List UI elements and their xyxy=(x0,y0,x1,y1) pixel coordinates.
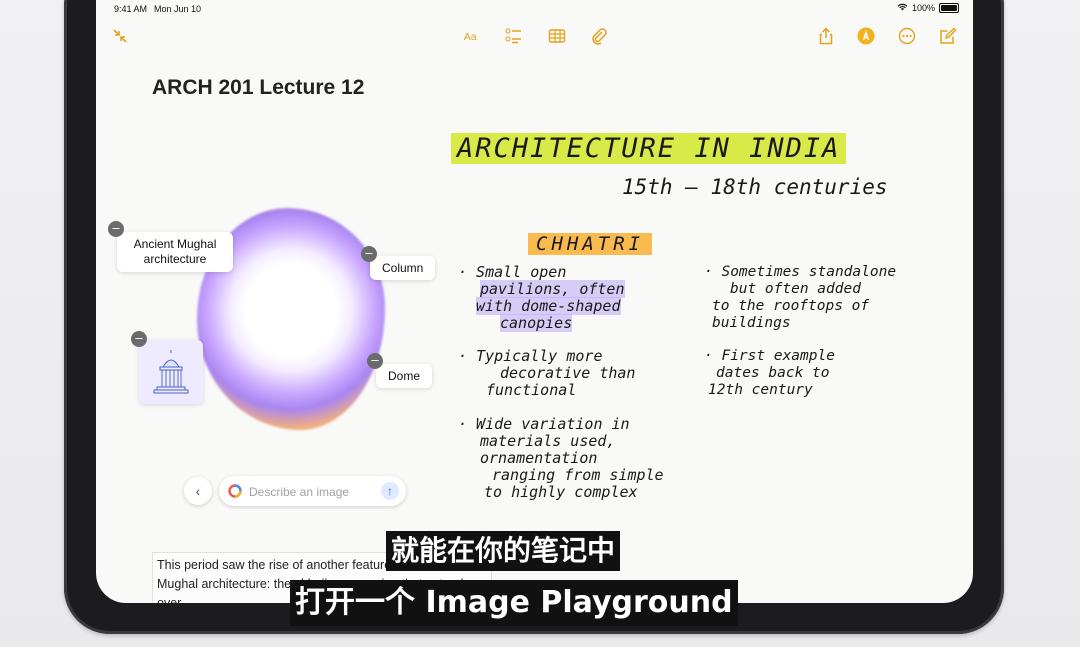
chevron-left-icon: ‹ xyxy=(195,483,201,499)
markup-pen-icon[interactable] xyxy=(855,25,877,47)
attachment-icon[interactable] xyxy=(588,25,610,47)
sketch-image-chip[interactable] xyxy=(139,340,203,404)
table-icon[interactable] xyxy=(546,25,568,47)
concept-chip-mughal[interactable]: Ancient Mughal architecture xyxy=(117,232,233,272)
dome-sketch-icon xyxy=(153,350,189,394)
collapse-icon[interactable] xyxy=(109,25,131,47)
image-playground-logo-icon xyxy=(228,484,242,498)
describe-image-bar: ↑ xyxy=(219,476,406,506)
remove-dome-icon[interactable]: – xyxy=(367,353,383,369)
concept-chip-dome[interactable]: Dome xyxy=(376,364,433,388)
compose-icon[interactable] xyxy=(937,25,959,47)
note-bullet: · Small open pavilions, often with dome-… xyxy=(458,263,625,332)
note-bullet: · Typically more decorative than functio… xyxy=(458,347,636,399)
remove-mughal-icon[interactable]: – xyxy=(108,221,124,237)
share-icon[interactable] xyxy=(815,25,837,47)
handwritten-topic: CHHATRI xyxy=(528,233,653,255)
remove-column-icon[interactable]: – xyxy=(361,246,377,262)
note-bullet: · Sometimes standalone but often added t… xyxy=(704,264,897,331)
note-bullet: · Wide variation in materials used, orna… xyxy=(458,415,664,501)
checklist-icon[interactable] xyxy=(503,25,525,47)
status-time: 9:41 AM xyxy=(114,4,148,14)
status-date: Mon Jun 10 xyxy=(154,4,202,14)
wifi-icon xyxy=(897,3,908,13)
subtitle-line-1: 就能在你的笔记中 xyxy=(386,531,621,571)
subtitle-line-2: 打开一个 Image Playground xyxy=(290,580,738,626)
status-bar: 9:41 AM Mon Jun 10 100% xyxy=(96,0,973,18)
concept-chip-column[interactable]: Column xyxy=(370,256,436,280)
remove-image-icon[interactable]: – xyxy=(131,331,147,347)
status-right: 100% xyxy=(897,3,959,13)
handwritten-heading: ARCHITECTURE IN INDIA xyxy=(451,133,847,164)
note-title[interactable]: ARCH 201 Lecture 12 xyxy=(152,76,364,100)
notes-screen: 9:41 AM Mon Jun 10 100% Aa ARCH 201 Lect… xyxy=(96,0,973,603)
back-button[interactable]: ‹ xyxy=(184,477,212,505)
text-format-icon[interactable]: Aa xyxy=(459,25,485,47)
svg-text:Aa: Aa xyxy=(464,31,477,43)
battery-label: 100% xyxy=(911,3,935,13)
more-options-icon[interactable] xyxy=(896,25,918,47)
battery-icon xyxy=(939,3,959,13)
handwritten-centuries: 15th – 18th centuries xyxy=(622,175,888,199)
note-bullet: · First example dates back to 12th centu… xyxy=(704,348,835,398)
describe-image-input[interactable] xyxy=(247,482,376,502)
send-arrow-icon[interactable]: ↑ xyxy=(381,482,399,500)
